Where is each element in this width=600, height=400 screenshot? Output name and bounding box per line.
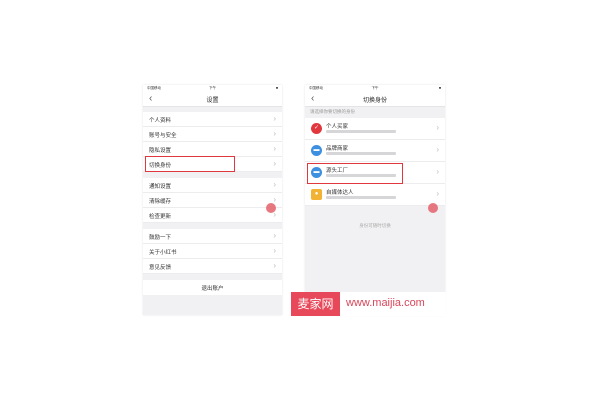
settings-item-label: 账号与安全 bbox=[149, 133, 177, 139]
battery-icon: ■ bbox=[438, 86, 441, 90]
logout-label: 退出账户 bbox=[201, 286, 224, 292]
highlight-box bbox=[145, 156, 235, 172]
watermark-brand: 麦家网 bbox=[291, 292, 340, 316]
settings-item-label: 意见反馈 bbox=[149, 265, 172, 271]
nav-bar: ‹ 切换身份 bbox=[305, 92, 445, 107]
status-time: 下午 bbox=[209, 86, 216, 90]
settings-item-profile[interactable]: 个人资料 › bbox=[143, 112, 282, 127]
settings-item-label: 清除缓存 bbox=[149, 199, 172, 205]
chevron-right-icon: › bbox=[436, 167, 439, 176]
identity-title: 品牌商家 bbox=[326, 146, 349, 152]
nav-bar: ‹ 设置 bbox=[143, 92, 282, 107]
identity-title: 个人买家 bbox=[326, 124, 349, 130]
watermark: 麦家网 www.maijia.com bbox=[291, 292, 446, 316]
identity-subheader: 请选择你要切换的身份 bbox=[305, 106, 445, 118]
chevron-right-icon: › bbox=[273, 231, 276, 240]
chevron-right-icon: › bbox=[436, 189, 439, 198]
settings-item-feedback[interactable]: 意见反馈 › bbox=[143, 259, 282, 274]
chevron-right-icon: › bbox=[273, 129, 276, 138]
subheader-text: 请选择你要切换的身份 bbox=[310, 109, 355, 114]
check-badge-icon: ✓ bbox=[311, 123, 322, 134]
battery-icon: ■ bbox=[275, 86, 278, 90]
settings-item-clear-cache[interactable]: 清除缓存 › bbox=[143, 193, 282, 208]
status-bar: 中国移动 下午 ■ bbox=[143, 85, 282, 92]
person-icon: ● bbox=[311, 189, 322, 200]
chevron-right-icon: › bbox=[273, 246, 276, 255]
settings-item-label: 个人资料 bbox=[149, 118, 172, 124]
settings-item-check-update[interactable]: 检查更新 › bbox=[143, 208, 282, 223]
chevron-right-icon: › bbox=[273, 144, 276, 153]
settings-item-privacy[interactable]: 隐私设置 › bbox=[143, 142, 282, 157]
switch-identity-screen: 中国移动 下午 ■ ‹ 切换身份 请选择你要切换的身份 ✓ 个人买家 › ▬ 品… bbox=[305, 85, 445, 315]
status-time: 下午 bbox=[371, 86, 379, 90]
identity-note: 身份可随时切换 bbox=[359, 223, 391, 228]
identity-title: 自媒体达人 bbox=[326, 190, 354, 196]
chevron-right-icon: › bbox=[273, 261, 276, 270]
identity-description bbox=[326, 196, 396, 199]
status-bar: 中国移动 下午 ■ bbox=[305, 85, 445, 92]
touch-indicator bbox=[266, 203, 276, 213]
chevron-right-icon: › bbox=[436, 145, 439, 154]
identity-description bbox=[326, 152, 396, 155]
settings-screen: 中国移动 下午 ■ ‹ 设置 个人资料 › 账号与安全 › 隐私设置 › 切换身… bbox=[143, 85, 282, 315]
settings-item-label: 隐私设置 bbox=[149, 148, 172, 154]
logout-button[interactable]: 退出账户 bbox=[143, 280, 282, 295]
settings-item-account-security[interactable]: 账号与安全 › bbox=[143, 127, 282, 142]
highlight-box bbox=[307, 163, 403, 184]
settings-item-label: 通知设置 bbox=[149, 184, 172, 190]
identity-item-buyer[interactable]: ✓ 个人买家 › bbox=[305, 118, 445, 140]
settings-item-rate[interactable]: 鼓励一下 › bbox=[143, 229, 282, 244]
chevron-right-icon: › bbox=[273, 180, 276, 189]
identity-item-influencer[interactable]: ● 自媒体达人 › bbox=[305, 184, 445, 206]
page-title: 设置 bbox=[206, 98, 219, 104]
settings-item-label: 关于小红书 bbox=[149, 250, 177, 256]
page-title: 切换身份 bbox=[362, 98, 387, 104]
chevron-right-icon: › bbox=[273, 114, 276, 123]
chevron-right-icon: › bbox=[273, 159, 276, 168]
touch-indicator bbox=[428, 203, 438, 213]
identity-description bbox=[326, 130, 396, 133]
chevron-right-icon: › bbox=[436, 123, 439, 132]
watermark-url: www.maijia.com bbox=[346, 297, 425, 309]
settings-item-label: 鼓励一下 bbox=[149, 235, 172, 241]
shop-icon: ▬ bbox=[311, 145, 322, 156]
settings-item-label: 检查更新 bbox=[149, 214, 172, 220]
identity-item-brand[interactable]: ▬ 品牌商家 › bbox=[305, 140, 445, 162]
settings-item-notifications[interactable]: 通知设置 › bbox=[143, 178, 282, 193]
settings-item-about[interactable]: 关于小红书 › bbox=[143, 244, 282, 259]
